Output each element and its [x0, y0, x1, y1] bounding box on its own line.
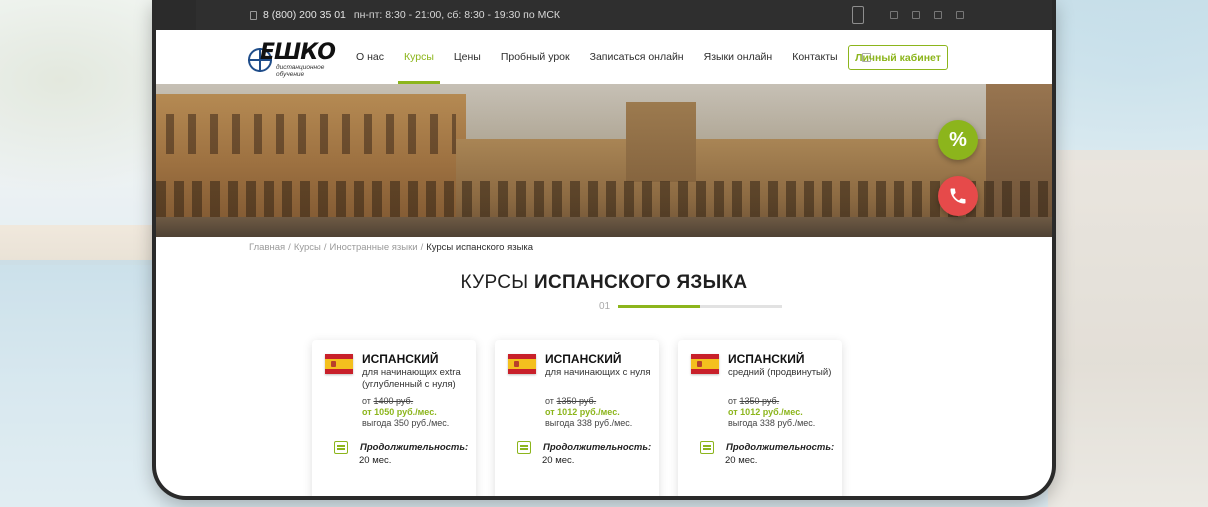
price-benefit: выгода 350 руб./мес. — [362, 418, 450, 428]
old-price: 1350 руб. — [556, 396, 597, 406]
page-title-bold: ИСПАНСКОГО ЯЗЫКА — [534, 272, 748, 293]
page-title: КУРСЫ ИСПАНСКОГО ЯЗЫКА — [156, 272, 1052, 294]
breadcrumb-courses[interactable]: Курсы — [294, 242, 321, 253]
site-header: ЕШКО дистанционное обучение О нас Курсы … — [156, 30, 1052, 84]
hero-plaza — [156, 217, 1052, 237]
breadcrumb-home[interactable]: Главная — [249, 242, 285, 253]
hero-banner: % — [156, 84, 1052, 237]
course-card[interactable]: ИСПАНСКИЙ средний (продвинутый) от 1350 … — [678, 340, 842, 496]
course-description: для начинающих extra (углубленный с нуля… — [362, 367, 461, 390]
course-language: ИСПАНСКИЙ — [362, 352, 439, 366]
social-icon-3[interactable] — [934, 11, 942, 19]
discount-button[interactable]: % — [938, 120, 978, 160]
logo-sub-line1: дистанционное — [276, 64, 325, 71]
social-icon-4[interactable] — [956, 11, 964, 19]
logo[interactable]: ЕШКО дистанционное обучение — [248, 38, 336, 78]
phone-icon — [250, 10, 257, 20]
calendar-icon — [334, 441, 348, 454]
page-title-light: КУРСЫ — [460, 272, 529, 293]
slider-progress — [618, 305, 701, 308]
duration-label: Продолжительность: — [543, 442, 652, 453]
course-cards: ИСПАНСКИЙ для начинающих extra (углублен… — [312, 340, 842, 496]
price-from: от — [728, 396, 737, 406]
call-button[interactable] — [938, 176, 978, 216]
course-description: средний (продвинутый) — [728, 367, 832, 378]
spain-flag-icon — [508, 354, 536, 374]
duration-label: Продолжительность: — [360, 442, 469, 453]
nav-item-signup[interactable]: Записаться онлайн — [580, 30, 694, 84]
spain-flag-icon — [325, 354, 353, 374]
new-price: от 1012 руб./мес. — [728, 407, 803, 417]
hero-windows — [166, 114, 456, 154]
slider-number: 01 — [599, 301, 611, 312]
nav-item-courses[interactable]: Курсы — [394, 30, 444, 84]
top-phone[interactable]: 8 (800) 200 35 01 — [263, 9, 346, 21]
calendar-icon — [517, 441, 531, 454]
logo-sub-line2: обучение — [276, 71, 305, 78]
mobile-icon[interactable] — [852, 6, 864, 24]
course-price: от 1400 руб. от 1050 руб./мес. выгода 35… — [362, 396, 449, 429]
breadcrumb-languages[interactable]: Иностранные языки — [330, 242, 418, 253]
phone-handset-icon — [950, 188, 966, 204]
course-language: ИСПАНСКИЙ — [545, 352, 622, 366]
device-frame: 8 (800) 200 35 01 пн-пт: 8:30 - 21:00, с… — [152, 0, 1056, 500]
duration-value: 20 мес. — [359, 455, 392, 466]
nav-item-contacts[interactable]: Контакты — [782, 30, 847, 84]
slider-track[interactable] — [618, 305, 783, 308]
course-card[interactable]: ИСПАНСКИЙ для начинающих extra (углублен… — [312, 340, 476, 496]
course-language: ИСПАНСКИЙ — [728, 352, 805, 366]
hero-tower — [626, 102, 696, 182]
logo-word: ЕШКО — [260, 40, 336, 65]
breadcrumb-separator: / — [420, 242, 424, 253]
breadcrumb-separator: / — [323, 242, 327, 253]
top-hours: пн-пт: 8:30 - 21:00, сб: 8:30 - 19:30 по… — [353, 9, 561, 21]
breadcrumb-current: Курсы испанского языка — [426, 242, 534, 253]
calendar-icon — [700, 441, 714, 454]
duration-label: Продолжительность: — [726, 442, 835, 453]
nav-item-languages[interactable]: Языки онлайн — [694, 30, 783, 84]
old-price: 1400 руб. — [373, 396, 414, 406]
duration-value: 20 мес. — [542, 455, 575, 466]
price-benefit: выгода 338 руб./мес. — [728, 418, 816, 428]
social-icon-2[interactable] — [912, 11, 920, 19]
cabinet-button[interactable]: Личный кабинет — [848, 45, 948, 70]
slider-indicator: 01 — [599, 301, 783, 312]
old-price: 1350 руб. — [739, 396, 780, 406]
main-nav: О нас Курсы Цены Пробный урок Записаться… — [346, 30, 871, 84]
breadcrumb-separator: / — [288, 242, 291, 253]
hero-arches — [156, 181, 1052, 219]
breadcrumb: Главная / Курсы / Иностранные языки / Курсы ис… — [249, 242, 533, 253]
social-icon-1[interactable] — [890, 11, 898, 19]
price-from: от — [362, 396, 371, 406]
new-price: от 1050 руб./мес. — [362, 407, 437, 417]
top-bar: 8 (800) 200 35 01 пн-пт: 8:30 - 21:00, с… — [156, 0, 1052, 30]
logo-subtitle: дистанционное обучение — [276, 64, 324, 78]
nav-item-trial[interactable]: Пробный урок — [491, 30, 580, 84]
nav-item-about[interactable]: О нас — [346, 30, 394, 84]
spain-flag-icon — [691, 354, 719, 374]
price-from: от — [545, 396, 554, 406]
course-price: от 1350 руб. от 1012 руб./мес. выгода 33… — [728, 396, 815, 429]
course-card[interactable]: ИСПАНСКИЙ для начинающих с нуля от 1350 … — [495, 340, 659, 496]
duration-value: 20 мес. — [725, 455, 758, 466]
new-price: от 1012 руб./мес. — [545, 407, 620, 417]
course-description: для начинающих с нуля — [545, 367, 651, 378]
social-links — [852, 6, 964, 24]
price-benefit: выгода 338 руб./мес. — [545, 418, 633, 428]
course-price: от 1350 руб. от 1012 руб./мес. выгода 33… — [545, 396, 632, 429]
nav-item-prices[interactable]: Цены — [444, 30, 491, 84]
